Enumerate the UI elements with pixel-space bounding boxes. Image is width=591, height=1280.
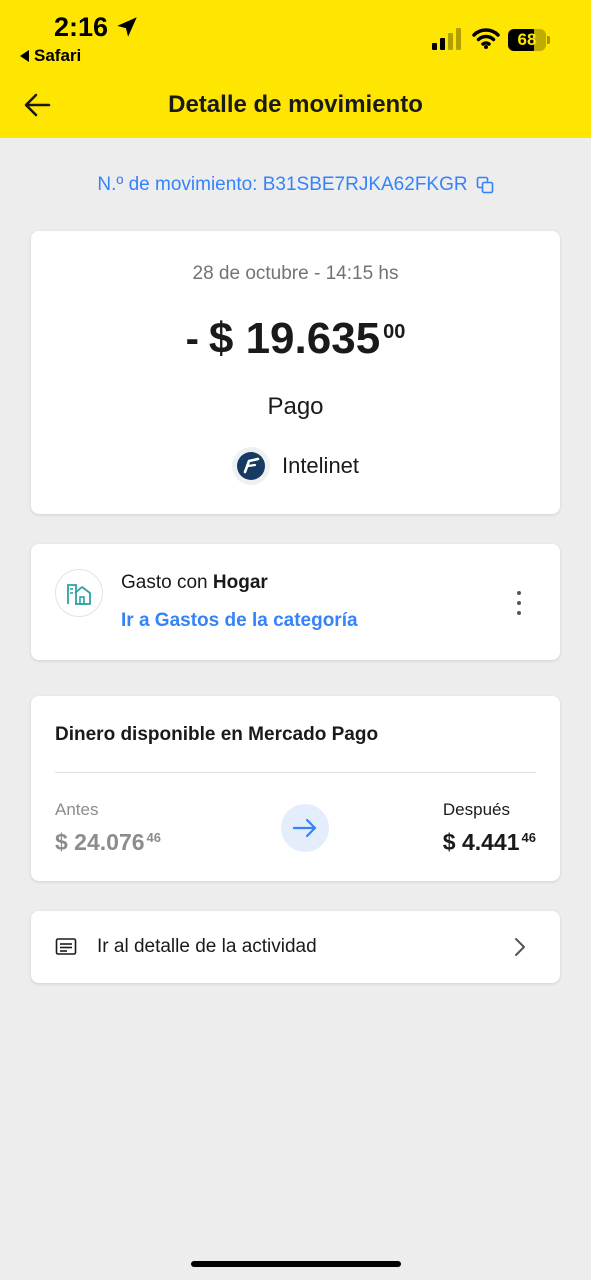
balance-before-label: Antes: [55, 800, 99, 819]
battery-nub: [547, 36, 550, 44]
balance-before-cents: 46: [146, 830, 161, 845]
receipt-icon: [55, 938, 77, 955]
merchant-logo: [231, 447, 270, 485]
amount-main: $ 19.635: [208, 314, 381, 363]
home-category-icon: [67, 584, 91, 605]
amount-sign: -: [185, 317, 199, 361]
activity-detail-row[interactable]: Ir al detalle de la actividad: [31, 911, 560, 983]
movement-date: 28 de octubre - 14:15 hs: [192, 263, 399, 284]
page-title: Detalle de movimiento: [168, 91, 423, 118]
back-triangle-icon: [20, 50, 29, 62]
home-indicator[interactable]: [191, 1261, 401, 1267]
category-name: Hogar: [212, 572, 268, 593]
balance-card: Dinero disponible en Mercado Pago Antes …: [31, 696, 560, 881]
balance-after-main: $ 4.441: [442, 829, 520, 855]
status-time: 2:16: [54, 12, 109, 42]
activity-detail-label: Ir al detalle de la actividad: [97, 936, 317, 957]
back-to-app[interactable]: Safari: [20, 46, 81, 66]
arrow-right-icon: [292, 818, 317, 838]
balance-title: Dinero disponible en Mercado Pago: [55, 724, 379, 745]
category-label: Gasto con Hogar: [121, 572, 268, 594]
intelinet-logo-icon: [236, 452, 265, 480]
movement-type: Pago: [267, 393, 324, 420]
balance-arrow: [281, 804, 329, 852]
location-arrow-icon: [117, 17, 137, 37]
divider: [55, 772, 536, 773]
battery-icon: 68: [508, 29, 552, 51]
movement-summary-card: 28 de octubre - 14:15 hs - $ 19.635 00 P…: [31, 231, 560, 514]
merchant-row: Intelinet: [31, 447, 560, 485]
back-app-label: Safari: [34, 46, 82, 65]
category-card: Gasto con Hogar Ir a Gastos de la catego…: [31, 544, 560, 660]
balance-before-main: $ 24.076: [55, 829, 145, 855]
wifi-icon: [472, 28, 500, 49]
category-expenses-link[interactable]: Ir a Gastos de la categoría: [121, 610, 358, 632]
cell-signal-icon: [432, 28, 461, 50]
amount-cents: 00: [383, 321, 406, 343]
movement-id: N.º de movimiento: B31SBE7RJKA62FKGR: [97, 174, 468, 195]
copy-icon[interactable]: [476, 176, 494, 194]
movement-amount: - $ 19.635 00: [31, 315, 560, 363]
balance-after-amount: $ 4.441 46: [443, 828, 536, 856]
chevron-right-icon: [515, 938, 525, 956]
merchant-name: Intelinet: [281, 453, 360, 478]
category-icon-wrap: [55, 569, 103, 617]
balance-before-amount: $ 24.076 46: [55, 828, 161, 856]
category-prefix: Gasto con: [121, 572, 213, 593]
more-options-icon[interactable]: [507, 588, 531, 618]
balance-after-label: Después: [442, 800, 510, 819]
movement-id-row[interactable]: N.º de movimiento: B31SBE7RJKA62FKGR: [0, 174, 591, 196]
battery-percent: 68: [517, 30, 537, 49]
balance-after-cents: 46: [521, 830, 536, 845]
top-bar: 2:16 Safari 68 Detalle de movimiento: [0, 0, 591, 138]
